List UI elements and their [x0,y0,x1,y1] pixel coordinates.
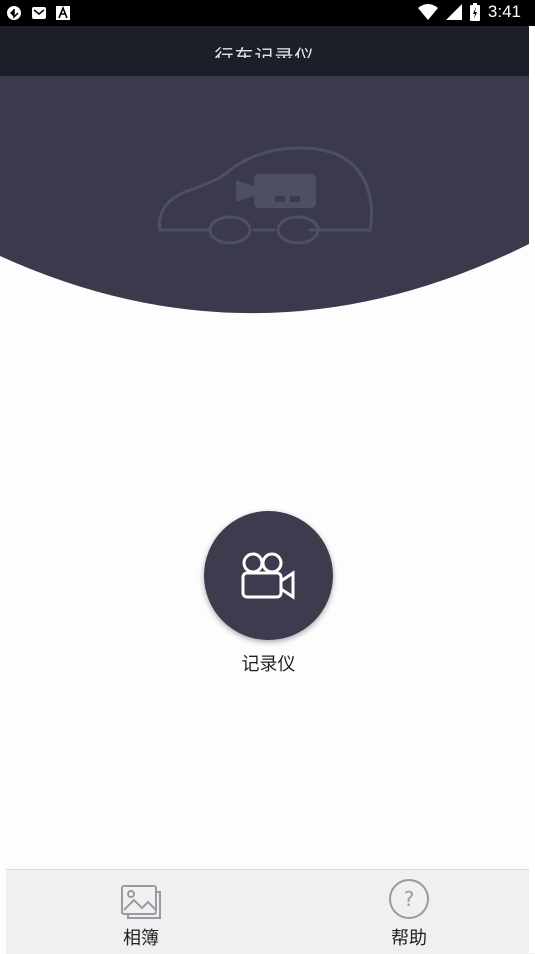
status-time: 3:41 [487,2,521,21]
video-camera-icon [241,552,294,600]
battery-charging-icon [469,3,480,21]
svg-text:?: ? [404,887,415,911]
car-camera-icon [158,146,374,245]
sync-icon [7,6,21,20]
recorder-label: 记录仪 [241,654,296,675]
recorder-button[interactable] [204,511,333,640]
app-header: 行车记录仪 [0,26,529,76]
help-icon: ? [389,879,429,919]
bottom-nav: 相簿 ? 帮助 [6,869,535,954]
status-icons-right: 3:41 [417,2,521,22]
font-icon [56,6,70,20]
nav-item-help[interactable]: ? 帮助 [374,878,444,950]
nav-label-album: 相簿 [123,928,159,949]
nav-item-album[interactable]: 相簿 [106,884,176,950]
nav-label-help: 帮助 [391,928,427,949]
page-title: 行车记录仪 [214,46,315,58]
wifi-icon [417,4,438,20]
album-icon [121,885,161,919]
status-bar: 3:41 [0,0,535,26]
mail-icon [32,7,46,19]
status-icons-left [6,5,70,21]
hero-banner [0,76,529,316]
signal-icon [445,4,462,20]
screen-edge [529,26,535,953]
